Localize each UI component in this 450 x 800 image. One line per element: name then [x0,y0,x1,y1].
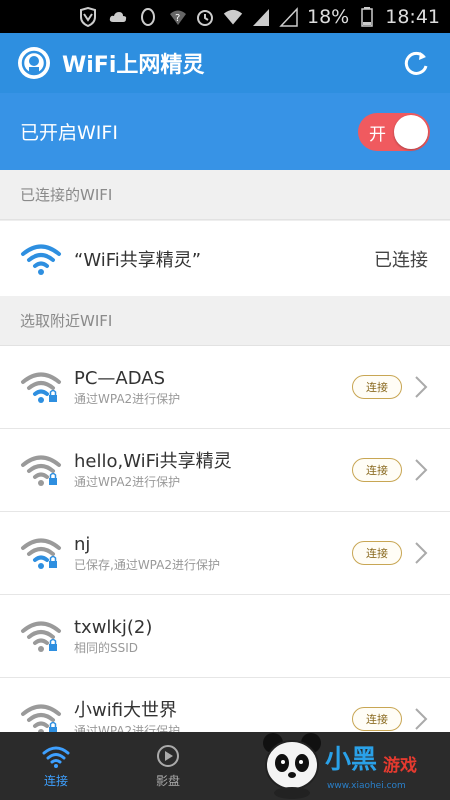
wifi-locked-icon [21,455,61,486]
network-name: nj [74,534,91,555]
battery-icon [361,6,373,27]
network-row[interactable]: PC—ADAS 通过WPA2进行保护 连接 [0,346,450,429]
network-row[interactable]: txwlkj(2) 相同的SSID [0,595,450,678]
connected-network-row[interactable]: “WiFi共享精灵” 已连接 [0,221,450,296]
qq-penguin-icon [141,7,155,26]
wifi-toggle-label: 已开启WIFI [20,122,118,144]
wifi-locked-icon [21,538,61,569]
cloud-icon [109,11,127,22]
network-name: hello,WiFi共享精灵 [74,451,232,472]
wifi-signal-icon [223,9,243,24]
battery-percent: 18% [307,5,350,28]
app-bar: WiFi上网精灵 [0,33,450,93]
watermark-subtext: 游戏 [383,756,417,776]
wifi-icon [42,746,70,768]
connect-button[interactable]: 连接 [352,458,402,482]
wifi-switch[interactable]: 开 [358,112,430,151]
wifi-question-icon: ? [170,10,186,25]
connected-status: 已连接 [374,249,428,271]
wifi-toggle-row: 已开启WIFI 开 [0,93,450,170]
watermark-logo: 小黑 游戏 www.xiaohei.com [255,725,450,800]
watermark-url: www.xiaohei.com [327,781,406,791]
network-security: 通过WPA2进行保护 [74,724,181,732]
connect-button[interactable]: 连接 [352,375,402,399]
app-logo-icon [18,47,50,79]
chevron-right-icon[interactable] [414,375,428,399]
watermark-text: 小黑 [325,745,378,775]
svg-text:?: ? [175,13,180,24]
connect-button[interactable]: 连接 [352,541,402,565]
wifi-locked-icon [21,372,61,403]
panda-icon [263,733,321,799]
network-security: 相同的SSID [74,641,139,655]
cell-signal-icon [253,8,269,26]
cell-signal-empty-icon [279,6,298,27]
network-name: 小wifi大世界 [74,700,178,721]
network-name: PC—ADAS [74,368,166,389]
alarm-icon [197,9,213,26]
switch-text: 开 [369,124,386,145]
network-security: 通过WPA2进行保护 [74,475,181,489]
wifi-locked-icon [21,704,61,732]
tab-disk[interactable]: 影盘 [112,732,224,800]
wifi-icon [21,244,61,275]
network-name: txwlkj(2) [74,617,153,638]
switch-knob [394,114,428,149]
section-header-nearby: 选取附近WIFI [0,296,450,346]
play-icon [157,744,179,767]
network-row[interactable]: hello,WiFi共享精灵 通过WPA2进行保护 连接 [0,429,450,512]
wifi-locked-icon [21,621,61,652]
shield-icon [80,6,96,27]
section-header-connected: 已连接的WIFI [0,170,450,220]
nearby-network-list[interactable]: PC—ADAS 通过WPA2进行保护 连接 hello,WiFi共享精灵 通过W… [0,346,450,732]
tab-disk-label: 影盘 [155,773,180,788]
network-row[interactable]: 小wifi大世界 通过WPA2进行保护 连接 [0,678,450,732]
status-bar: ? 18% 18:41 [0,0,450,33]
app-title: WiFi上网精灵 [62,53,205,78]
network-row[interactable]: nj 已保存,通过WPA2进行保护 连接 [0,512,450,595]
connected-network-name: “WiFi共享精灵” [74,249,202,271]
network-security: 已保存,通过WPA2进行保护 [74,558,220,572]
tab-connect-label: 连接 [43,773,68,788]
clock: 18:41 [385,5,440,28]
chevron-right-icon[interactable] [414,458,428,482]
network-security: 通过WPA2进行保护 [74,392,181,406]
tab-connect[interactable]: 连接 [0,732,112,800]
refresh-icon[interactable] [402,48,432,78]
chevron-right-icon[interactable] [414,541,428,565]
